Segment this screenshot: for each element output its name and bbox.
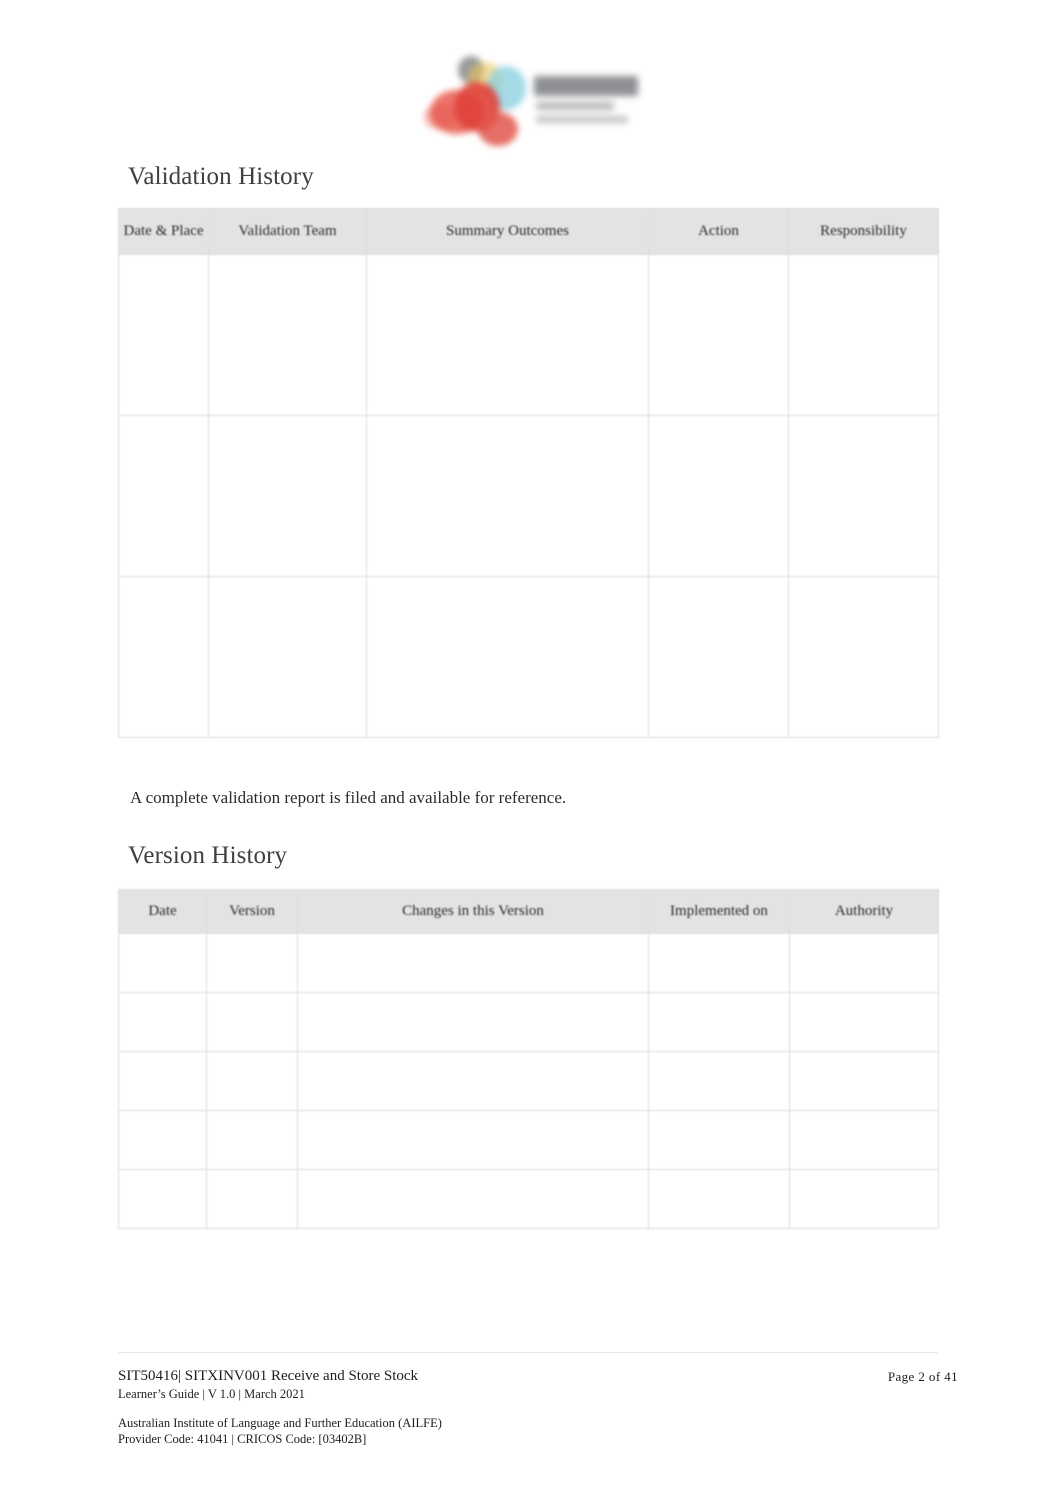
cell-action[interactable] [648, 254, 789, 416]
table-row [118, 1169, 939, 1229]
column-header-implemented-on: Implemented on [648, 889, 790, 934]
validation-history-heading: Validation History [128, 162, 314, 190]
cell-implemented-on[interactable] [648, 1169, 790, 1229]
cell-implemented-on[interactable] [648, 1110, 790, 1170]
cell-implemented-on[interactable] [648, 1051, 790, 1111]
footer-provider-codes: Provider Code: 41041 | CRICOS Code: [034… [118, 1432, 367, 1447]
column-header-version: Version [206, 889, 298, 934]
cell-date-place[interactable] [118, 254, 209, 416]
cell-validation-team[interactable] [208, 254, 367, 416]
column-header-responsibility: Responsibility [788, 208, 939, 255]
table-row [118, 254, 939, 416]
logo-wordmark [532, 66, 650, 132]
table-header-row: Date Version Changes in this Version Imp… [118, 889, 939, 934]
version-history-heading: Version History [128, 841, 288, 869]
cell-changes[interactable] [297, 1051, 649, 1111]
page-number: Page 2 of 41 [887, 1369, 958, 1384]
table-row [118, 576, 939, 738]
table-header-row: Date & Place Validation Team Summary Out… [118, 208, 939, 255]
column-header-action: Action [648, 208, 789, 255]
cell-date-place[interactable] [118, 415, 209, 577]
cell-implemented-on[interactable] [648, 992, 790, 1052]
cell-authority[interactable] [789, 933, 939, 993]
cell-responsibility[interactable] [788, 415, 939, 577]
cell-responsibility[interactable] [788, 576, 939, 738]
cell-changes[interactable] [297, 1110, 649, 1170]
organisation-logo [418, 52, 654, 152]
logo-shape-red-3 [478, 112, 518, 146]
cell-date[interactable] [118, 1110, 207, 1170]
column-header-validation-team: Validation Team [208, 208, 367, 255]
cell-summary-outcomes[interactable] [366, 415, 649, 577]
cell-implemented-on[interactable] [648, 933, 790, 993]
cell-date[interactable] [118, 1169, 207, 1229]
cell-authority[interactable] [789, 1169, 939, 1229]
column-header-changes: Changes in this Version [297, 889, 649, 934]
cell-date[interactable] [118, 992, 207, 1052]
footer-organisation-block: Australian Institute of Language and Fur… [118, 1415, 442, 1448]
cell-authority[interactable] [789, 992, 939, 1052]
footer-document-info: SIT50416| SITXINV001 Receive and Store S… [118, 1367, 418, 1402]
cell-version[interactable] [206, 1051, 298, 1111]
cell-changes[interactable] [297, 992, 649, 1052]
cell-responsibility[interactable] [788, 254, 939, 416]
cell-authority[interactable] [789, 1051, 939, 1111]
footer-guide-version: Learner’s Guide | V 1.0 | March 2021 [118, 1386, 305, 1401]
table-row [118, 992, 939, 1052]
table-row [118, 933, 939, 993]
cell-date[interactable] [118, 933, 207, 993]
cell-action[interactable] [648, 576, 789, 738]
column-header-authority: Authority [789, 889, 939, 934]
cell-date-place[interactable] [118, 576, 209, 738]
version-history-table: Date Version Changes in this Version Imp… [118, 889, 939, 1229]
table-row [118, 1110, 939, 1170]
cell-validation-team[interactable] [208, 415, 367, 577]
column-header-date: Date [118, 889, 207, 934]
column-header-summary-outcomes: Summary Outcomes [366, 208, 649, 255]
cell-changes[interactable] [297, 933, 649, 993]
cell-version[interactable] [206, 1169, 298, 1229]
logo-mark-icon [424, 56, 528, 150]
document-page: Validation History Date & Place Validati… [0, 0, 1062, 1506]
cell-version[interactable] [206, 992, 298, 1052]
cell-changes[interactable] [297, 1169, 649, 1229]
validation-report-note: A complete validation report is filed an… [130, 788, 567, 807]
cell-action[interactable] [648, 415, 789, 577]
footer-course-title: SIT50416| SITXINV001 Receive and Store S… [118, 1368, 419, 1384]
validation-history-table: Date & Place Validation Team Summary Out… [118, 208, 939, 738]
cell-summary-outcomes[interactable] [366, 254, 649, 416]
logo-wordmark-line-2 [536, 102, 614, 110]
table-row [118, 1051, 939, 1111]
cell-date[interactable] [118, 1051, 207, 1111]
logo-wordmark-line-3 [536, 116, 628, 123]
footer-organisation-name: Australian Institute of Language and Fur… [118, 1416, 442, 1430]
cell-authority[interactable] [789, 1110, 939, 1170]
footer-divider [118, 1352, 938, 1353]
cell-version[interactable] [206, 933, 298, 993]
column-header-date-place: Date & Place [118, 208, 209, 255]
cell-version[interactable] [206, 1110, 298, 1170]
cell-summary-outcomes[interactable] [366, 576, 649, 738]
cell-validation-team[interactable] [208, 576, 367, 738]
table-row [118, 415, 939, 577]
logo-wordmark-line-1 [534, 76, 638, 96]
